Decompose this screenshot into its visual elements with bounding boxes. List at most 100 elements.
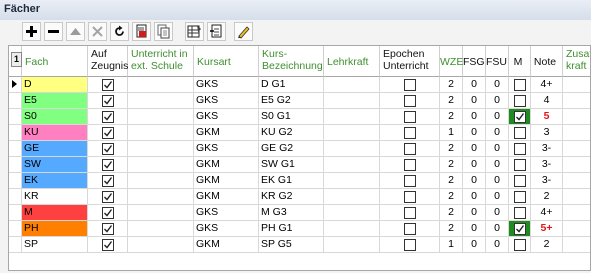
cell-wze[interactable]: 2 — [440, 173, 463, 189]
zeugnis-checkbox[interactable] — [102, 95, 114, 107]
zeugnis-checkbox[interactable] — [102, 143, 114, 155]
cell-zusatz[interactable] — [563, 221, 590, 237]
cell-kursart[interactable]: GKM — [194, 157, 259, 173]
cell-kursart[interactable]: GKS — [194, 141, 259, 157]
cell-wze[interactable]: 2 — [440, 77, 463, 93]
cell-zeugnis[interactable] — [88, 77, 128, 93]
cell-epochen[interactable] — [380, 189, 440, 205]
cell-zusatz[interactable] — [563, 109, 590, 125]
column-header-fsg[interactable]: FSG — [463, 46, 486, 77]
column-header-ext[interactable]: Unterricht in ext. Schule — [128, 46, 194, 77]
row-selector[interactable] — [9, 125, 22, 141]
cell-fsg[interactable]: 0 — [463, 189, 486, 205]
cell-m[interactable] — [509, 125, 531, 141]
cell-epochen[interactable] — [380, 173, 440, 189]
cell-lehrkraft[interactable] — [324, 125, 380, 141]
m-checkbox[interactable] — [514, 95, 526, 107]
cell-m[interactable] — [509, 93, 531, 109]
cell-bez[interactable]: M G3 — [259, 205, 324, 221]
cell-wze[interactable]: 1 — [440, 237, 463, 253]
epochen-checkbox[interactable] — [404, 95, 416, 107]
cell-zeugnis[interactable] — [88, 173, 128, 189]
cell-fsg[interactable]: 0 — [463, 141, 486, 157]
column-header-wze[interactable]: WZE — [440, 46, 463, 77]
cell-fsu[interactable]: 0 — [486, 125, 509, 141]
cell-zeugnis[interactable] — [88, 221, 128, 237]
m-checkbox[interactable] — [514, 223, 526, 235]
remove-button[interactable] — [44, 22, 63, 41]
cell-bez[interactable]: SP G5 — [259, 237, 324, 253]
cell-note[interactable]: 4 — [531, 93, 563, 109]
cell-kursart[interactable]: GKS — [194, 93, 259, 109]
m-checkbox[interactable] — [514, 175, 526, 187]
cell-m[interactable] — [509, 205, 531, 221]
epochen-checkbox[interactable] — [404, 223, 416, 235]
cell-fsu[interactable]: 0 — [486, 93, 509, 109]
cell-ext[interactable] — [128, 157, 194, 173]
cell-fsu[interactable]: 0 — [486, 221, 509, 237]
row-selector[interactable] — [9, 141, 22, 157]
m-checkbox[interactable] — [514, 79, 526, 91]
cell-wze[interactable]: 1 — [440, 125, 463, 141]
cell-kursart[interactable]: GKS — [194, 109, 259, 125]
epochen-checkbox[interactable] — [404, 79, 416, 91]
cell-note[interactable]: 4+ — [531, 205, 563, 221]
cell-zusatz[interactable] — [563, 141, 590, 157]
cell-kursart[interactable]: GKM — [194, 173, 259, 189]
cell-fsg[interactable]: 0 — [463, 205, 486, 221]
zeugnis-checkbox[interactable] — [102, 207, 114, 219]
zeugnis-checkbox[interactable] — [102, 79, 114, 91]
cell-fach[interactable]: EK — [22, 173, 88, 189]
cell-lehrkraft[interactable] — [324, 157, 380, 173]
cell-fsg[interactable]: 0 — [463, 237, 486, 253]
cell-zusatz[interactable] — [563, 237, 590, 253]
zeugnis-checkbox[interactable] — [102, 111, 114, 123]
epochen-checkbox[interactable] — [404, 159, 416, 171]
zeugnis-checkbox[interactable] — [102, 223, 114, 235]
cell-zeugnis[interactable] — [88, 125, 128, 141]
cell-wze[interactable]: 2 — [440, 109, 463, 125]
cell-m[interactable] — [509, 189, 531, 205]
cell-kursart[interactable]: GKM — [194, 125, 259, 141]
cell-fsu[interactable]: 0 — [486, 157, 509, 173]
cell-wze[interactable]: 2 — [440, 157, 463, 173]
row-selector[interactable] — [9, 221, 22, 237]
cell-kursart[interactable]: GKM — [194, 237, 259, 253]
m-checkbox[interactable] — [514, 127, 526, 139]
epochen-checkbox[interactable] — [404, 111, 416, 123]
cell-m[interactable] — [509, 77, 531, 93]
cell-fsg[interactable]: 0 — [463, 157, 486, 173]
epochen-checkbox[interactable] — [404, 239, 416, 251]
cell-ext[interactable] — [128, 189, 194, 205]
cell-lehrkraft[interactable] — [324, 77, 380, 93]
cell-fsg[interactable]: 0 — [463, 93, 486, 109]
zeugnis-checkbox[interactable] — [102, 175, 114, 187]
zeugnis-checkbox[interactable] — [102, 191, 114, 203]
cell-epochen[interactable] — [380, 221, 440, 237]
cell-m[interactable] — [509, 141, 531, 157]
cell-note[interactable]: 3- — [531, 173, 563, 189]
cell-ext[interactable] — [128, 141, 194, 157]
cell-bez[interactable]: GE G2 — [259, 141, 324, 157]
cell-zusatz[interactable] — [563, 77, 590, 93]
cell-fach[interactable]: KU — [22, 125, 88, 141]
cell-fach[interactable]: SW — [22, 157, 88, 173]
cell-lehrkraft[interactable] — [324, 173, 380, 189]
cell-m[interactable] — [509, 173, 531, 189]
cell-bez[interactable]: SW G1 — [259, 157, 324, 173]
cell-kursart[interactable]: GKM — [194, 189, 259, 205]
column-header-note[interactable]: Note — [531, 46, 563, 77]
row-selector[interactable] — [9, 109, 22, 125]
cell-note[interactable]: 5 — [531, 109, 563, 125]
cell-ext[interactable] — [128, 221, 194, 237]
cell-zeugnis[interactable] — [88, 157, 128, 173]
epochen-checkbox[interactable] — [404, 127, 416, 139]
cell-fach[interactable]: D — [22, 77, 88, 93]
cell-fsu[interactable]: 0 — [486, 109, 509, 125]
cell-ext[interactable] — [128, 173, 194, 189]
cell-epochen[interactable] — [380, 77, 440, 93]
cell-epochen[interactable] — [380, 109, 440, 125]
cell-fsu[interactable]: 0 — [486, 237, 509, 253]
column-header-fsu[interactable]: FSU — [486, 46, 509, 77]
delete-button[interactable] — [88, 22, 107, 41]
